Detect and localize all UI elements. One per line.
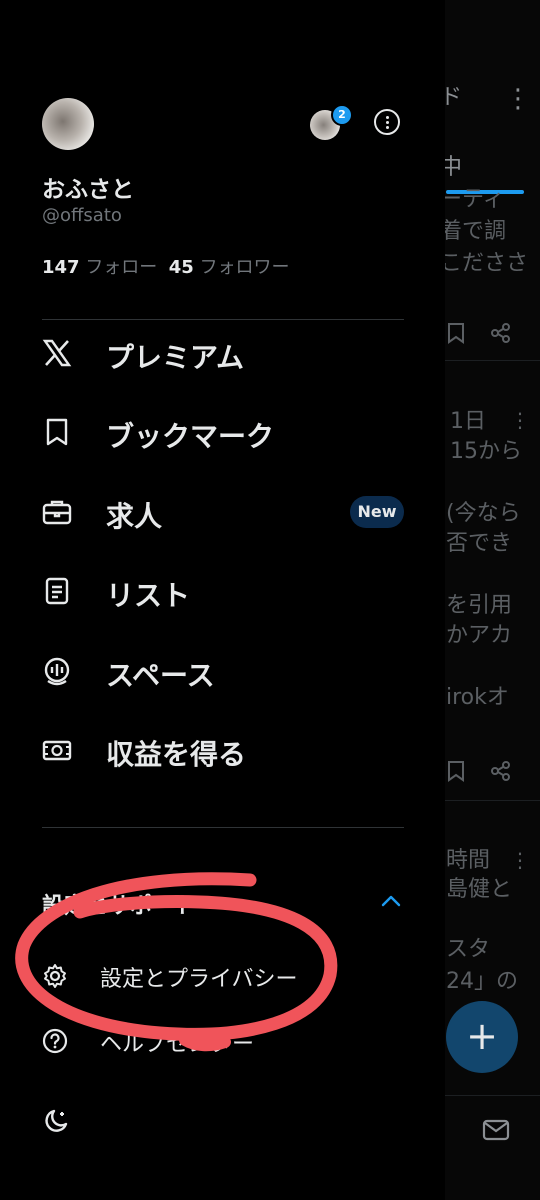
annotation-circle xyxy=(15,872,338,1052)
